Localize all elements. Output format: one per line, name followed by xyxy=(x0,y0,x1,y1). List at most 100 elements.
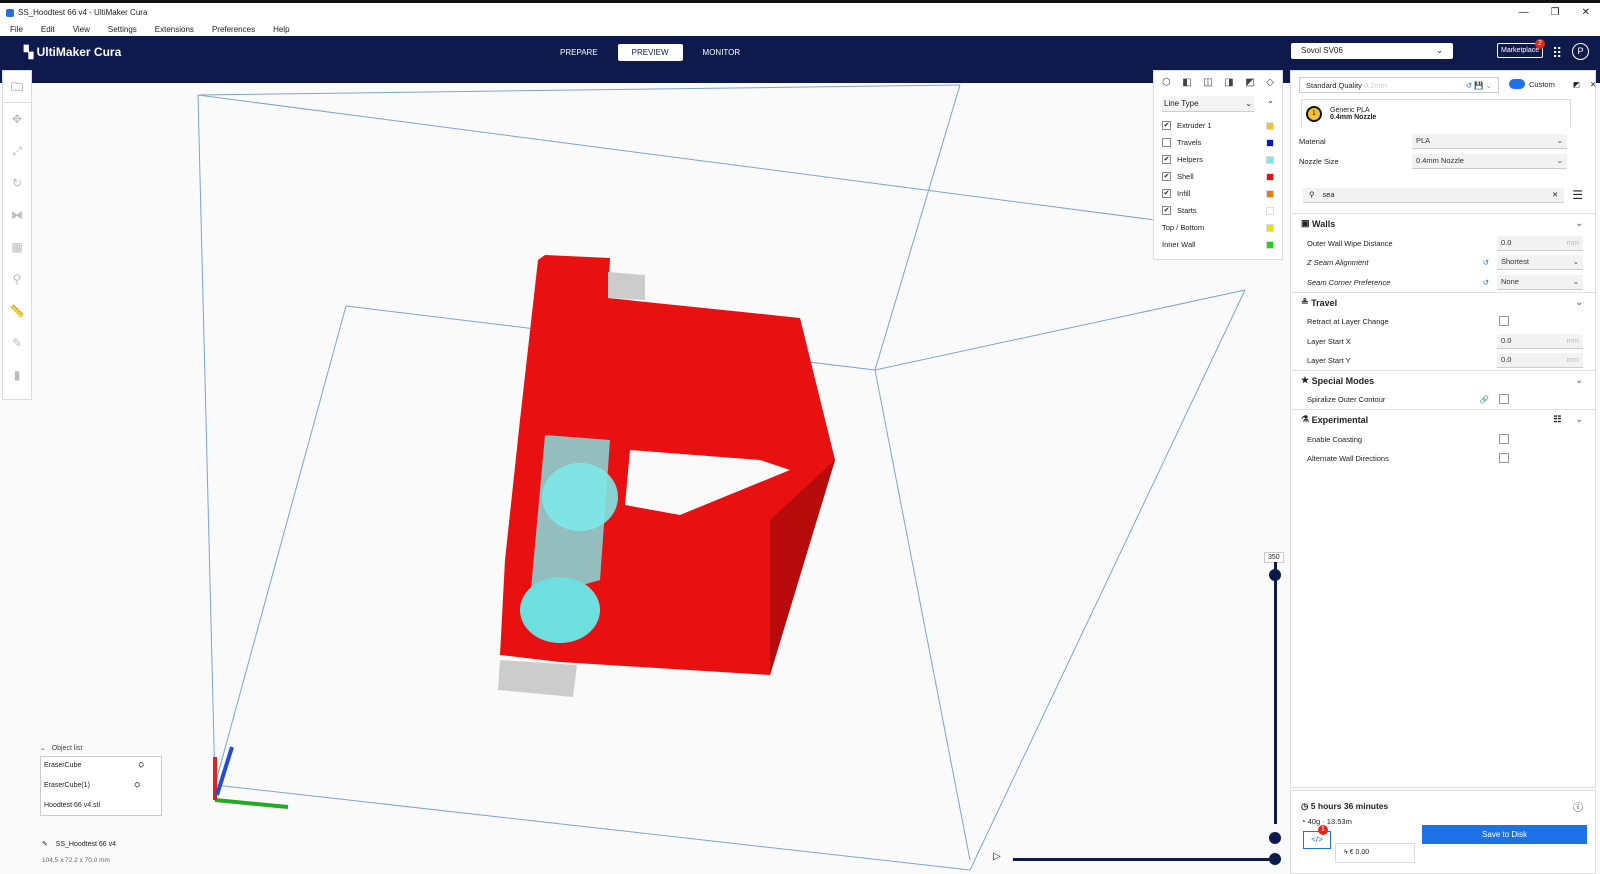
legend-item[interactable]: Top / Bottom xyxy=(1162,219,1274,236)
path-slider[interactable] xyxy=(1013,858,1275,861)
printer-selector[interactable]: Sovol SV06 ⌄ xyxy=(1291,43,1453,59)
list-item[interactable]: EraserCube(1) ⛭ xyxy=(41,777,161,797)
legend-item[interactable]: ✔ Shell xyxy=(1162,168,1274,185)
paint-tool-icon[interactable]: ✎ xyxy=(3,327,31,359)
path-slider-handle[interactable] xyxy=(1269,853,1281,865)
layer-start-x-field[interactable]: 0.0 mm xyxy=(1497,333,1583,349)
move-tool-icon[interactable]: ✥ xyxy=(3,103,31,135)
support-blocker-icon[interactable]: ⚲ xyxy=(3,263,31,295)
top-view-icon[interactable]: ◫ xyxy=(1203,77,1212,88)
play-icon[interactable]: ▷ xyxy=(993,851,1001,862)
info-icon[interactable]: ⓘ xyxy=(1573,799,1583,814)
gcode-button[interactable]: </> xyxy=(1303,831,1331,849)
flask-icon: ⚗ xyxy=(1301,414,1310,424)
tab-monitor[interactable]: MONITOR xyxy=(689,44,755,61)
per-model-settings-icon[interactable]: ▦ xyxy=(3,231,31,263)
layer-slider-bottom-handle[interactable] xyxy=(1269,832,1281,844)
right-view-icon[interactable]: ◩ xyxy=(1245,77,1254,88)
legend-checkbox[interactable]: ✔ xyxy=(1162,121,1171,130)
section-travel[interactable]: ≗ Travel ⌄ xyxy=(1291,292,1597,312)
tab-prepare[interactable]: PREPARE xyxy=(546,44,612,61)
layer-start-y-field[interactable]: 0.0 mm xyxy=(1497,352,1583,368)
3d-view-icon[interactable]: ⬡ xyxy=(1162,77,1171,88)
list-item[interactable]: Hoodtest 66 v4.stl xyxy=(41,797,161,817)
close-button[interactable]: ✕ xyxy=(1582,7,1590,18)
left-view-icon[interactable]: ◨ xyxy=(1224,77,1233,88)
seam-corner-select[interactable]: None ⌄ xyxy=(1497,274,1583,290)
legend-checkbox[interactable]: ✔ xyxy=(1162,206,1171,215)
color-swatch xyxy=(1266,189,1274,198)
coasting-checkbox[interactable] xyxy=(1499,434,1509,444)
avatar[interactable]: P xyxy=(1572,43,1589,60)
z-seam-select[interactable]: Shortest ⌄ xyxy=(1497,254,1583,270)
edit-icon[interactable]: ✎ xyxy=(42,841,48,848)
legend-item[interactable]: ✔ Helpers xyxy=(1162,151,1274,168)
menu-view[interactable]: View xyxy=(73,25,90,34)
reset-z-seam-icon[interactable]: ↺ xyxy=(1483,258,1489,267)
material-select[interactable]: PLA ⌄ xyxy=(1412,133,1567,149)
title-bar: SS_Hoodtest 66 v4 - UltiMaker Cura — ❐ ✕ xyxy=(0,0,1600,22)
legend-label: Starts xyxy=(1177,206,1197,215)
legend-item[interactable]: Travels xyxy=(1162,134,1274,151)
legend-item[interactable]: ✔ Extruder 1 xyxy=(1162,117,1274,134)
legend-item[interactable]: ✔ Starts xyxy=(1162,202,1274,219)
maximize-button[interactable]: ❐ xyxy=(1551,7,1560,18)
close-panel-icon[interactable]: ✕ xyxy=(1590,80,1596,89)
legend-label: Travels xyxy=(1177,138,1202,147)
clock-icon: ◷ xyxy=(1301,801,1309,811)
section-walls[interactable]: ▣ Walls ⌄ xyxy=(1291,213,1597,233)
dock-icon[interactable]: ◩ xyxy=(1573,80,1580,89)
color-scheme-panel: ⬡ ◧ ◫ ◨ ◩ ◇ Line Type ⌄ ⌄ ✔ Extruder 1 Travels ✔ H… xyxy=(1153,70,1283,260)
dimensions: 104.5 x 72.2 x 70.0 mm xyxy=(42,857,110,864)
custom-toggle[interactable] xyxy=(1509,79,1525,89)
mirror-tool-icon[interactable]: ⧓ xyxy=(3,199,31,231)
menu-help[interactable]: Help xyxy=(273,25,289,34)
menu-preferences[interactable]: Preferences xyxy=(212,25,255,34)
rotate-tool-icon[interactable]: ↻ xyxy=(3,167,31,199)
legend-checkbox[interactable]: ✔ xyxy=(1162,189,1171,198)
marketplace-badge: 2 xyxy=(1535,39,1545,49)
retract-checkbox[interactable] xyxy=(1499,316,1509,326)
section-special-modes[interactable]: ★ Special Modes ⌄ xyxy=(1291,370,1597,390)
3d-viewport[interactable] xyxy=(0,83,1290,874)
extruder-badge: 1 xyxy=(1306,105,1322,122)
open-file-icon[interactable]: 🗀 xyxy=(3,71,31,103)
quality-selector[interactable]: Standard Quality 0.2mm ↺ 💾 ⌄ xyxy=(1299,77,1499,93)
tab-preview[interactable]: PREVIEW xyxy=(617,44,683,61)
app-icon xyxy=(6,8,14,17)
legend-checkbox[interactable]: ✔ xyxy=(1162,155,1171,164)
scale-tool-icon[interactable]: ⤢ xyxy=(3,135,31,167)
layer-slider[interactable] xyxy=(1274,562,1277,824)
save-to-disk-button[interactable]: Save to Disk xyxy=(1422,825,1587,844)
extruder-tab[interactable]: 1 Generic PLA 0.4mm Nozzle xyxy=(1301,99,1571,127)
view-type-select[interactable]: Line Type ⌄ xyxy=(1162,96,1254,112)
menu-icon[interactable]: ☰ xyxy=(1572,188,1583,202)
settings-search-input[interactable]: ⚲ sea ✕ xyxy=(1303,187,1565,203)
list-item[interactable]: EraserCube ⛭ xyxy=(41,757,161,777)
menu-edit[interactable]: Edit xyxy=(41,25,55,34)
minimize-button[interactable]: — xyxy=(1519,7,1529,18)
alternate-wall-checkbox[interactable] xyxy=(1499,453,1509,463)
outer-wall-wipe-field[interactable]: 0.0 mm xyxy=(1497,235,1583,251)
legend-checkbox[interactable] xyxy=(1162,138,1171,147)
apps-grid-icon[interactable]: ⠿ xyxy=(1552,45,1562,62)
section-experimental[interactable]: ⚗ Experimental ☷ ⌄ xyxy=(1291,409,1597,429)
legend-item[interactable]: Inner Wall xyxy=(1162,236,1274,253)
measure-tool-icon[interactable]: 📏 xyxy=(3,295,31,327)
layer-slider-top-handle[interactable] xyxy=(1269,569,1281,581)
collapse-icon[interactable]: ⌄ xyxy=(1267,96,1274,105)
xray-view-icon[interactable]: ◇ xyxy=(1266,77,1274,88)
menu-settings[interactable]: Settings xyxy=(108,25,137,34)
legend-item[interactable]: ✔ Infill xyxy=(1162,185,1274,202)
object-list-toggle[interactable]: ⌄ Object list xyxy=(40,744,82,752)
cylinder-icon[interactable]: ▮ xyxy=(3,359,31,391)
reset-corner-icon[interactable]: ↺ xyxy=(1483,278,1489,287)
legend-checkbox[interactable]: ✔ xyxy=(1162,172,1171,181)
spiralize-checkbox[interactable] xyxy=(1499,394,1509,404)
color-swatch xyxy=(1266,121,1274,130)
menu-extensions[interactable]: Extensions xyxy=(155,25,194,34)
legend-label: Inner Wall xyxy=(1162,240,1196,249)
front-view-icon[interactable]: ◧ xyxy=(1182,77,1191,88)
nozzle-select[interactable]: 0.4mm Nozzle ⌄ xyxy=(1412,153,1567,169)
menu-file[interactable]: File xyxy=(10,25,23,34)
